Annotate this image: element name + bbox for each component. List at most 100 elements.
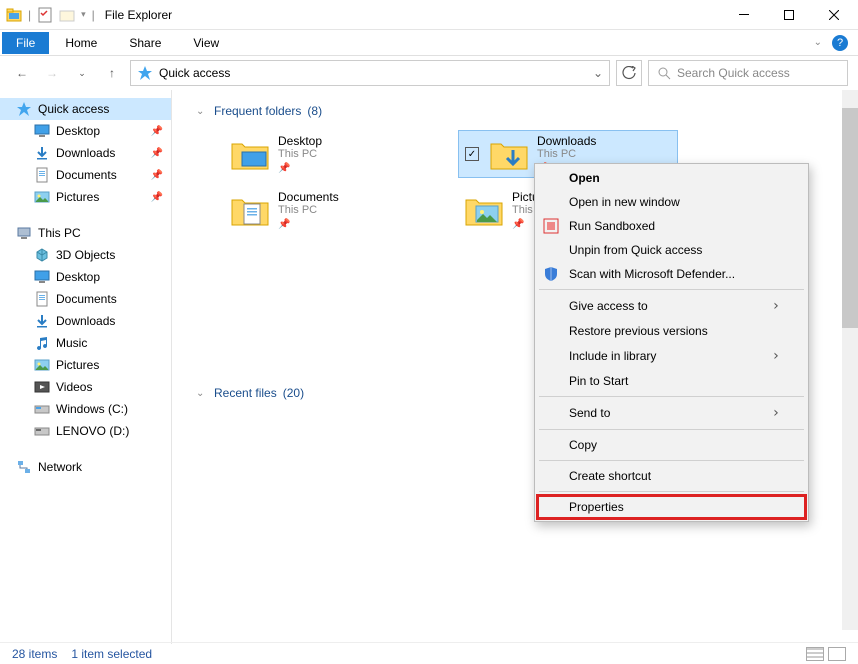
context-menu: OpenOpen in new windowRun SandboxedUnpin… bbox=[534, 163, 809, 522]
menu-item-copy[interactable]: Copy bbox=[537, 433, 806, 457]
folder-icon bbox=[34, 313, 50, 329]
menu-item-send-to[interactable]: Send to› bbox=[537, 400, 806, 426]
folder-icon bbox=[34, 291, 50, 307]
menu-item-open[interactable]: Open bbox=[537, 166, 806, 190]
nav-pc-item[interactable]: Windows (C:) bbox=[0, 398, 171, 420]
nav-quick-item[interactable]: Documents📌 bbox=[0, 164, 171, 186]
menu-item-run-sandboxed[interactable]: Run Sandboxed bbox=[537, 214, 806, 238]
address-dropdown-icon[interactable]: ⌄ bbox=[593, 66, 603, 80]
new-folder-qat-icon[interactable] bbox=[59, 7, 75, 23]
star-icon bbox=[137, 65, 153, 81]
nav-pc-item[interactable]: Pictures bbox=[0, 354, 171, 376]
address-bar[interactable]: Quick access ⌄ bbox=[130, 60, 610, 86]
pin-icon: 📌 bbox=[151, 170, 163, 181]
folder-icon bbox=[34, 145, 50, 161]
recent-dropdown[interactable]: ⌄ bbox=[70, 61, 94, 85]
menu-item-restore-previous-versions[interactable]: Restore previous versions bbox=[537, 319, 806, 343]
refresh-button[interactable] bbox=[616, 60, 642, 86]
folder-icon bbox=[230, 192, 270, 228]
nav-quick-item[interactable]: Pictures📌 bbox=[0, 186, 171, 208]
menu-item-unpin-from-quick-access[interactable]: Unpin from Quick access bbox=[537, 238, 806, 262]
forward-button[interactable]: → bbox=[40, 61, 64, 85]
properties-qat-icon[interactable] bbox=[37, 7, 53, 23]
folder-icon bbox=[34, 189, 50, 205]
nav-pc-item[interactable]: Music bbox=[0, 332, 171, 354]
frequent-folders-header[interactable]: ⌄ Frequent folders (8) bbox=[196, 98, 834, 124]
tab-home[interactable]: Home bbox=[49, 32, 113, 54]
chevron-down-icon: ⌄ bbox=[196, 106, 208, 117]
details-view-button[interactable] bbox=[806, 647, 824, 661]
nav-pc-item[interactable]: LENOVO (D:) bbox=[0, 420, 171, 442]
folder-icon bbox=[34, 357, 50, 373]
up-button[interactable]: ↑ bbox=[100, 61, 124, 85]
pin-icon: 📌 bbox=[512, 219, 524, 230]
sandbox-icon bbox=[543, 218, 559, 234]
folder-icon bbox=[34, 335, 50, 351]
window-title: File Explorer bbox=[105, 8, 721, 22]
minimize-button[interactable] bbox=[721, 0, 766, 30]
menu-item-pin-to-start[interactable]: Pin to Start bbox=[537, 369, 806, 393]
nav-quick-item[interactable]: Downloads📌 bbox=[0, 142, 171, 164]
nav-pane: Quick access Desktop📌Downloads📌Documents… bbox=[0, 90, 172, 644]
menu-item-create-shortcut[interactable]: Create shortcut bbox=[537, 464, 806, 488]
nav-pc-item[interactable]: 3D Objects bbox=[0, 244, 171, 266]
chevron-down-icon[interactable]: ▾ bbox=[81, 9, 86, 20]
menu-separator bbox=[539, 429, 804, 430]
close-button[interactable] bbox=[811, 0, 856, 30]
nav-pc-item[interactable]: Videos bbox=[0, 376, 171, 398]
search-icon bbox=[657, 66, 671, 80]
nav-pc-item[interactable]: Documents bbox=[0, 288, 171, 310]
separator: | bbox=[92, 8, 95, 22]
nav-quick-access[interactable]: Quick access bbox=[0, 98, 171, 120]
menu-item-properties[interactable]: Properties bbox=[537, 495, 806, 519]
nav-this-pc[interactable]: This PC bbox=[0, 222, 171, 244]
pin-icon: 📌 bbox=[278, 163, 290, 174]
pin-icon: 📌 bbox=[151, 192, 163, 203]
back-button[interactable]: ← bbox=[10, 61, 34, 85]
pin-icon: 📌 bbox=[278, 219, 290, 230]
scrollbar-thumb[interactable] bbox=[842, 108, 858, 328]
menu-item-open-in-new-window[interactable]: Open in new window bbox=[537, 190, 806, 214]
folder-icon bbox=[34, 167, 50, 183]
status-selection: 1 item selected bbox=[71, 647, 152, 661]
menu-item-scan-with-microsoft-defender-[interactable]: Scan with Microsoft Defender... bbox=[537, 262, 806, 286]
chevron-right-icon: › bbox=[772, 298, 780, 314]
separator: | bbox=[28, 8, 31, 22]
large-icons-view-button[interactable] bbox=[828, 647, 846, 661]
folder-icon bbox=[34, 401, 50, 417]
folder-icon bbox=[34, 269, 50, 285]
shield-icon bbox=[543, 266, 559, 282]
menu-item-include-in-library[interactable]: Include in library› bbox=[537, 343, 806, 369]
pin-icon: 📌 bbox=[151, 148, 163, 159]
scrollbar[interactable] bbox=[842, 90, 858, 630]
folder-icon bbox=[464, 192, 504, 228]
pin-icon: 📌 bbox=[151, 126, 163, 137]
chevron-right-icon: › bbox=[772, 348, 780, 364]
chevron-down-icon: ⌄ bbox=[196, 388, 208, 399]
nav-network[interactable]: Network bbox=[0, 456, 171, 478]
menu-item-give-access-to[interactable]: Give access to› bbox=[537, 293, 806, 319]
menu-separator bbox=[539, 491, 804, 492]
star-icon bbox=[16, 101, 32, 117]
tab-view[interactable]: View bbox=[177, 32, 235, 54]
ribbon-expand-icon[interactable]: ⌄ bbox=[814, 37, 822, 48]
tab-share[interactable]: Share bbox=[113, 32, 177, 54]
help-icon[interactable]: ? bbox=[832, 35, 848, 51]
menu-separator bbox=[539, 289, 804, 290]
nav-bar: ← → ⌄ ↑ Quick access ⌄ Search Quick acce… bbox=[0, 56, 858, 90]
nav-quick-item[interactable]: Desktop📌 bbox=[0, 120, 171, 142]
folder-item[interactable]: DesktopThis PC📌 bbox=[224, 130, 444, 178]
nav-pc-item[interactable]: Downloads bbox=[0, 310, 171, 332]
checkbox-icon[interactable]: ✓ bbox=[465, 147, 479, 161]
folder-item[interactable]: DocumentsThis PC📌 bbox=[224, 186, 444, 234]
menu-separator bbox=[539, 460, 804, 461]
maximize-button[interactable] bbox=[766, 0, 811, 30]
search-input[interactable]: Search Quick access bbox=[648, 60, 848, 86]
folder-icon bbox=[230, 136, 270, 172]
tab-file[interactable]: File bbox=[2, 32, 49, 54]
folder-icon bbox=[489, 136, 529, 172]
title-bar: | ▾ | File Explorer bbox=[0, 0, 858, 30]
folder-icon bbox=[34, 423, 50, 439]
nav-pc-item[interactable]: Desktop bbox=[0, 266, 171, 288]
menu-separator bbox=[539, 396, 804, 397]
